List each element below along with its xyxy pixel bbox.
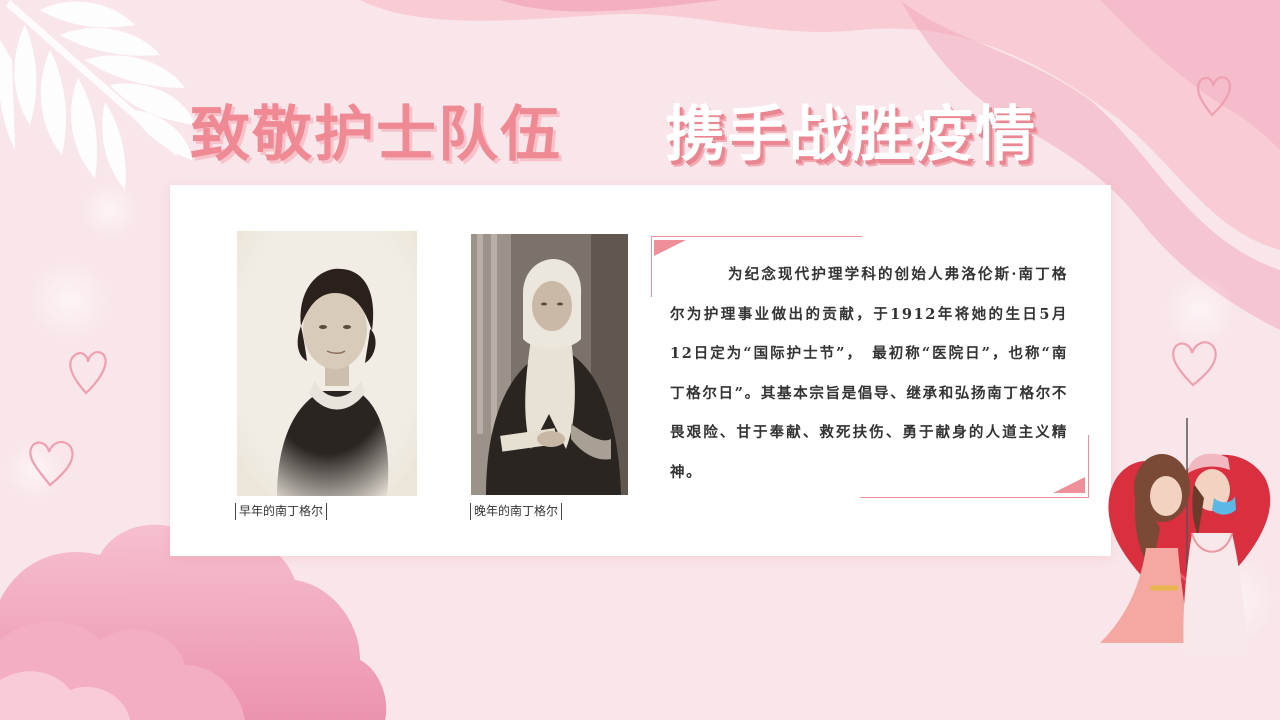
body-paragraph: 为纪念现代护理学科的创始人弗洛伦斯·南丁格尔为护理事业做出的贡献，于1912年将…	[670, 266, 1068, 481]
content-card: 早年的南丁格尔 晚年的南丁格尔 为纪念现代护理学科的创始人弗洛伦斯·南丁格尔为护…	[170, 185, 1111, 556]
portrait-early-caption: 早年的南丁格尔	[235, 503, 328, 520]
portrait-late-caption: 晚年的南丁格尔	[470, 503, 563, 520]
title-left: 致敬护士队伍	[190, 100, 562, 170]
portrait-late-image	[471, 234, 628, 495]
title-right: 携手战胜疫情	[665, 100, 1037, 170]
page-title: 致敬护士队伍 携手战胜疫情	[0, 86, 1280, 176]
portrait-early-image	[237, 231, 417, 496]
triangle-accent-top	[654, 240, 686, 256]
nurses-illustration	[1100, 418, 1271, 653]
